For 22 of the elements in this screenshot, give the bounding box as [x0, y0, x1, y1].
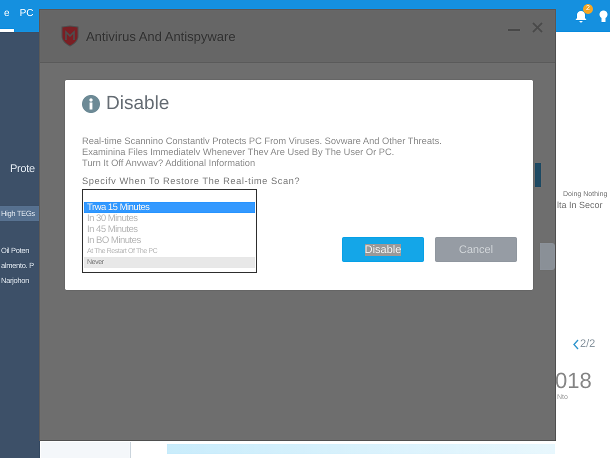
sidebar-item[interactable]: Prote	[0, 160, 40, 178]
nav-tab[interactable]: PC	[16, 8, 38, 32]
button-background	[540, 243, 555, 270]
list-option[interactable]: In 45 Minutes	[84, 224, 255, 235]
bell-icon[interactable]	[575, 10, 587, 22]
list-option[interactable]: Trwa 15 Minutes	[84, 202, 255, 213]
list-option[interactable]: In 30 Minutes	[84, 213, 255, 224]
cancel-button[interactable]: Cancel	[435, 237, 517, 262]
list-option[interactable]: In BO Minutes	[84, 235, 255, 246]
button-background	[535, 163, 541, 187]
info-icon	[82, 95, 100, 113]
prompt-text: Specifv When To Restore The Real-time Scan?	[82, 176, 302, 186]
year-text: 018	[555, 368, 593, 394]
lightbulb-icon[interactable]	[599, 10, 608, 22]
note-text: lta In Secor	[557, 200, 604, 210]
dialog-message: Real-time Scannino Constantlv Protects PC From Viruses. Sovware And Other Threats. Examinina Files Immediatelv Whenever Thev Are Used By The User Or PC. Turn It Off Anvwav? Additional Information	[82, 136, 443, 169]
close-icon[interactable]	[532, 22, 543, 33]
dialog-title: Disable	[106, 93, 170, 115]
shield-logo-icon	[60, 25, 80, 47]
page-indicator: 2/2	[580, 338, 596, 350]
disable-button[interactable]: Disable	[342, 237, 424, 262]
chevron-left-icon[interactable]	[573, 338, 579, 350]
